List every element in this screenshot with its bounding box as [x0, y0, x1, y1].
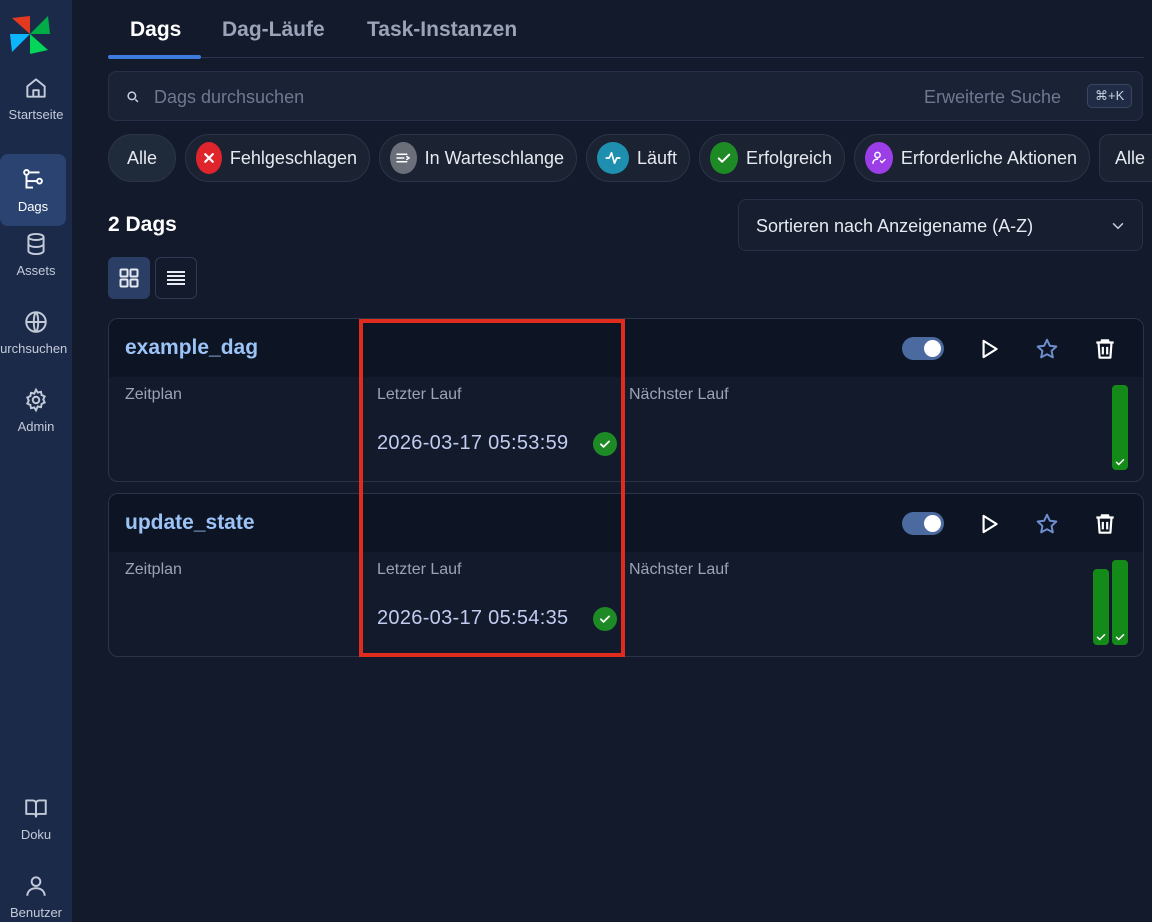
recent-run-bar[interactable]	[1112, 385, 1128, 470]
recent-run-bar[interactable]	[1112, 560, 1128, 645]
user-icon	[26, 875, 46, 896]
dag-card: example_dag Zeitplan Letzter Lauf Nächst…	[108, 318, 1144, 482]
favorite-button[interactable]	[1034, 336, 1060, 362]
gear-icon	[26, 387, 46, 412]
search-icon	[127, 91, 139, 103]
toggle-knob	[924, 340, 941, 357]
database-icon	[27, 232, 45, 255]
dags-icon	[23, 168, 43, 189]
last-run-time[interactable]: 2026-03-17 05:54:35	[377, 607, 568, 630]
toggle-knob	[924, 515, 941, 532]
trash-icon	[1096, 339, 1114, 359]
filter-success[interactable]: Erfolgreich	[699, 134, 845, 182]
failed-icon	[196, 142, 222, 174]
sort-select[interactable]: Sortieren nach Anzeigename (A-Z)	[738, 199, 1143, 251]
filter-all[interactable]: Alle	[108, 134, 176, 182]
sidebar-item-benutzer[interactable]: Benutzer	[0, 860, 72, 922]
sidebar-item-label: Startseite	[8, 106, 64, 122]
next-run-label: Nächster Lauf	[629, 386, 729, 403]
schedule-label: Zeitplan	[125, 561, 182, 578]
delete-dag-button[interactable]	[1092, 336, 1118, 362]
user-action-icon	[865, 142, 893, 174]
dag-count: 2 Dags	[108, 213, 177, 236]
last-run-label: Letzter Lauf	[377, 386, 462, 403]
dag-card: update_state Zeitplan Letzter Lauf Nächs…	[108, 493, 1144, 657]
card-view-button[interactable]	[108, 257, 150, 299]
chevron-down-icon	[1112, 223, 1124, 230]
check-icon	[1115, 634, 1125, 641]
trash-icon	[1096, 514, 1114, 534]
home-icon	[26, 77, 46, 98]
filter-running[interactable]: Läuft	[586, 134, 690, 182]
filter-label: Alle	[1115, 147, 1146, 168]
activity-icon	[597, 142, 629, 174]
check-icon	[1096, 634, 1106, 641]
search-input[interactable]: Dags durchsuchen Erweiterte Suche ⌘+K	[108, 71, 1143, 121]
search-shortcut: ⌘+K	[1087, 84, 1133, 108]
schedule-label: Zeitplan	[125, 386, 182, 403]
filter-required-actions[interactable]: Erforderliche Aktionen	[854, 134, 1090, 182]
search-placeholder: Dags durchsuchen	[154, 87, 305, 107]
filter-queued[interactable]: In Warteschlange	[379, 134, 577, 182]
active-tab-indicator	[108, 55, 201, 59]
check-icon	[1115, 459, 1125, 466]
tab-dag-runs[interactable]: Dag-Läufe	[222, 18, 325, 42]
globe-icon	[25, 310, 47, 333]
advanced-search-link[interactable]: Erweiterte Suche	[924, 87, 1061, 108]
tab-dags[interactable]: Dags	[130, 18, 181, 42]
dag-name-link[interactable]: example_dag	[125, 336, 258, 360]
star-icon	[1036, 338, 1058, 359]
sidebar: Startseite Dags Assets Durchsuchen Admin…	[0, 0, 72, 922]
airflow-logo[interactable]	[8, 12, 52, 56]
play-icon	[982, 339, 998, 359]
filter-label: Fehlgeschlagen	[229, 147, 357, 168]
favorite-button[interactable]	[1034, 511, 1060, 537]
next-run-label: Nächster Lauf	[629, 561, 729, 578]
dag-name-link[interactable]: update_state	[125, 511, 255, 535]
sidebar-item-assets[interactable]: Assets	[0, 218, 72, 290]
sidebar-item-label: Durchsuchen	[0, 340, 68, 356]
trigger-dag-button[interactable]	[976, 511, 1002, 537]
filter-label: In Warteschlange	[424, 147, 564, 168]
check-icon	[710, 142, 738, 174]
success-status-icon	[593, 432, 617, 456]
trigger-dag-button[interactable]	[976, 336, 1002, 362]
play-icon	[982, 514, 998, 534]
filter-all-more[interactable]: Alle	[1099, 134, 1152, 182]
delete-dag-button[interactable]	[1092, 511, 1118, 537]
queued-icon	[390, 142, 417, 174]
list-icon	[167, 271, 185, 285]
last-run-label: Letzter Lauf	[377, 561, 462, 578]
sort-label: Sortieren nach Anzeigename (A-Z)	[756, 216, 1034, 236]
sidebar-item-durchsuchen[interactable]: Durchsuchen	[0, 296, 72, 368]
filter-label: Erforderliche Aktionen	[900, 147, 1077, 168]
sidebar-item-label: Doku	[20, 826, 52, 842]
filter-label: Läuft	[636, 147, 677, 168]
filter-label: Erfolgreich	[745, 147, 832, 168]
filter-failed[interactable]: Fehlgeschlagen	[185, 134, 370, 182]
sidebar-item-startseite[interactable]: Startseite	[0, 62, 72, 134]
list-view-button[interactable]	[155, 257, 197, 299]
filter-label: Alle	[126, 147, 157, 168]
recent-run-bar[interactable]	[1093, 569, 1109, 645]
sidebar-item-admin[interactable]: Admin	[0, 374, 72, 446]
star-icon	[1036, 513, 1058, 534]
sidebar-item-label: Benutzer	[9, 904, 63, 920]
book-icon	[25, 798, 47, 818]
sidebar-item-label: Dags	[17, 198, 49, 214]
tab-task-instances[interactable]: Task-Instanzen	[367, 18, 517, 42]
last-run-time[interactable]: 2026-03-17 05:53:59	[377, 432, 568, 455]
sidebar-item-dags[interactable]: Dags	[0, 154, 66, 226]
sidebar-item-label: Admin	[17, 418, 55, 434]
dag-pause-toggle[interactable]	[902, 337, 944, 360]
success-status-icon	[593, 607, 617, 631]
sidebar-item-label: Assets	[16, 262, 56, 278]
grid-icon	[119, 268, 139, 288]
dag-pause-toggle[interactable]	[902, 512, 944, 535]
sidebar-item-doku[interactable]: Doku	[0, 782, 72, 854]
